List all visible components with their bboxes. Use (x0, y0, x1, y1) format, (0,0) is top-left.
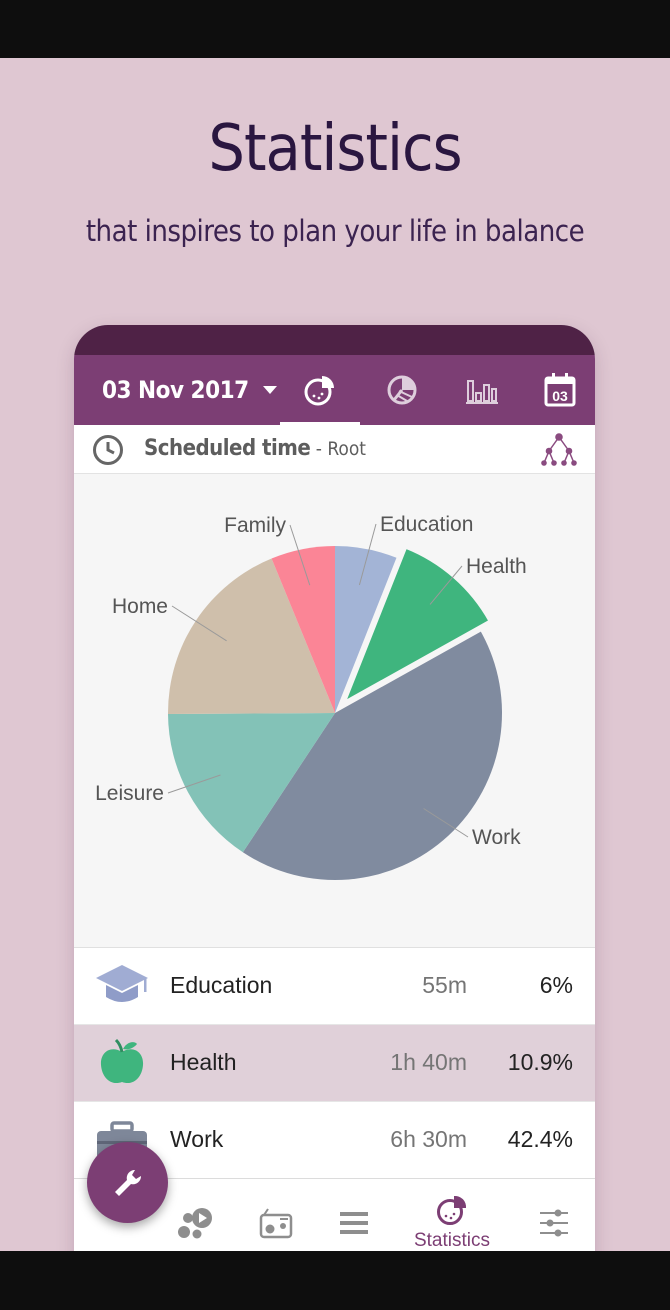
nav-item-settings[interactable] (516, 1179, 592, 1251)
nav-item-radio[interactable] (238, 1179, 314, 1251)
list-item-education[interactable]: Education 55m 6% (74, 948, 595, 1025)
category-percent: 10.9% (507, 1049, 573, 1075)
pie-chart: Education Health Work Leisure Home Family (74, 474, 595, 948)
date-selector[interactable]: 03 Nov 2017 (102, 373, 277, 407)
category-duration: 6h 30m (390, 1126, 467, 1152)
date-label: 03 Nov 2017 (102, 376, 249, 404)
bar-chart-icon (466, 380, 498, 404)
bubbles-icon (178, 1207, 212, 1238)
apple-icon (94, 1038, 150, 1087)
hierarchy-icon[interactable] (540, 431, 578, 467)
category-name: Education (170, 972, 273, 998)
tab-bar-chart[interactable] (442, 355, 522, 425)
radio-icon (259, 1207, 293, 1238)
sliders-icon (540, 1209, 568, 1236)
pie-label-home: Home (112, 595, 168, 618)
category-percent: 6% (539, 972, 573, 998)
scope-label: Root (327, 438, 366, 460)
calendar-icon: 03 (544, 373, 576, 407)
category-duration: 55m (422, 972, 467, 998)
status-bar (74, 325, 595, 355)
pie-label-leisure: Leisure (95, 782, 164, 805)
settings-fab[interactable] (87, 1142, 168, 1223)
dropdown-arrow-icon (262, 386, 277, 394)
list-icon (340, 1211, 368, 1234)
pie-label-work: Work (472, 826, 521, 849)
tab-calendar[interactable]: 03 (520, 355, 595, 425)
tab-pie-chart[interactable] (280, 355, 360, 425)
pie-segments-icon (387, 375, 417, 405)
promo-title: Statistics (208, 112, 462, 186)
category-name: Work (170, 1126, 224, 1152)
pie-label-education: Education (380, 513, 473, 536)
scheduled-time-title: Scheduled time - Root (144, 436, 366, 461)
scheduled-time-header: Scheduled time - Root (74, 425, 595, 474)
nav-label-statistics: Statistics (413, 1229, 491, 1251)
nav-item-statistics[interactable]: Statistics (400, 1179, 504, 1251)
svg-text:03: 03 (552, 388, 568, 404)
statistics-icon (437, 1195, 467, 1225)
category-name: Health (170, 1049, 237, 1075)
tab-pie-segments[interactable] (362, 355, 442, 425)
phone-screen: 03 Nov 2017 03 Scheduled time - Root Edu… (74, 325, 595, 1251)
pie-label-health: Health (466, 555, 527, 578)
category-percent: 42.4% (507, 1126, 573, 1152)
nav-item-list[interactable] (316, 1179, 392, 1251)
wrench-icon (114, 1169, 141, 1196)
app-bar: 03 Nov 2017 03 (74, 355, 595, 425)
promo-background: Statistics that inspires to plan your li… (0, 58, 670, 1251)
pie-chart-svg: Education Health Work Leisure Home Family (95, 513, 527, 881)
nav-item-activities[interactable] (158, 1179, 234, 1251)
graduation-cap-icon (94, 962, 150, 1010)
pie-chart-icon (304, 376, 334, 406)
category-duration: 1h 40m (390, 1049, 467, 1075)
list-item-health[interactable]: Health 1h 40m 10.9% (74, 1025, 595, 1102)
pie-label-family: Family (224, 514, 286, 537)
promo-subtitle: that inspires to plan your life in balan… (85, 214, 585, 248)
clock-icon (93, 435, 123, 465)
